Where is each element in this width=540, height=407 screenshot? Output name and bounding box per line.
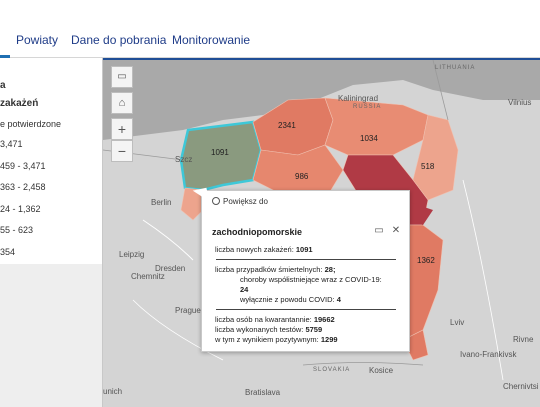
map-label-vilnius: Vilnius [508, 98, 532, 107]
tests-value: 5759 [305, 325, 323, 334]
comorbid-value: 24 [240, 285, 249, 294]
map-label-szczecin: Szcz [175, 155, 193, 164]
region-value-podlaskie: 518 [421, 162, 435, 171]
legend-range-6: 354 [0, 247, 16, 257]
legend-panel: a zakażeń e potwierdzone 3,471 459 - 3,4… [0, 58, 103, 407]
popup-pointer [192, 187, 210, 205]
map-label-ivano-frankivsk: Ivano-Frankivsk [460, 350, 517, 359]
map-label-bratislava: Bratislava [245, 388, 281, 397]
map-label-prague: Prague [175, 306, 201, 315]
positive-label: w tym z wynikiem pozytywnym: [215, 335, 319, 344]
popup-divider [216, 259, 396, 260]
quarantine-value: 19662 [313, 315, 335, 324]
legend-panel-footer [0, 264, 102, 407]
legend-range-3: 363 - 2,458 [0, 182, 46, 192]
region-value-lubelskie: 1362 [417, 256, 435, 265]
map-label-russia: RUSSIA [353, 104, 382, 110]
dock-icon[interactable]: ▭ [373, 225, 385, 237]
popup-positive: w tym z wynikiem pozytywnym: 1299 [215, 335, 338, 344]
map-label-rivne: Rivne [513, 335, 534, 344]
zoom-to-label: Powiększ do [223, 197, 268, 206]
map-label-berlin: Berlin [151, 198, 172, 207]
positive-value: 1299 [320, 335, 338, 344]
map-label-kaliningrad: Kaliningrad [338, 94, 379, 103]
map-label-kosice: Kosice [369, 366, 394, 375]
tab-monitorowanie[interactable]: Monitorowanie [172, 33, 250, 47]
legend-range-5: 55 - 623 [0, 225, 34, 235]
quarantine-label: liczba osób na kwarantannie: [215, 315, 312, 324]
popup-tests: liczba wykonanych testów: 5759 [215, 325, 322, 334]
legend-description: e potwierdzone [0, 119, 62, 129]
map-label-chemnitz: Chemnitz [131, 272, 165, 281]
tests-label: liczba wykonanych testów: [215, 325, 304, 334]
comorbid-label: choroby współistniejące wraz z COVID-19: [240, 275, 382, 284]
map-label-slovakia: SLOVAKIA [313, 367, 351, 373]
legend-range-1: 3,471 [0, 139, 23, 149]
new-cases-label: liczba nowych zakażeń: [215, 245, 294, 254]
map-label-leipzig: Leipzig [119, 250, 145, 259]
legend-range-4: 24 - 1,362 [0, 204, 41, 214]
popup-comorbid: choroby współistniejące wraz z COVID-19: [240, 275, 382, 284]
zoom-in-button[interactable]: + [111, 118, 133, 140]
map-label-lithuania: LITHUANIA [435, 65, 476, 71]
map-label-lviv: Lviv [450, 318, 465, 327]
close-icon[interactable]: ✕ [390, 225, 402, 237]
top-navigation: Powiaty Dane do pobrania Monitorowanie [0, 0, 540, 58]
map-label-chernivtsi: Chernivtsi [503, 382, 539, 391]
tab-powiaty[interactable]: Powiaty [16, 33, 58, 47]
covid-only-value: 4 [336, 295, 341, 304]
legend-range-2: 459 - 3,471 [0, 161, 46, 171]
covid-only-label: wyłącznie z powodu COVID: [240, 295, 335, 304]
zoom-out-button[interactable]: − [111, 140, 133, 162]
region-popup: Powiększ do zachodniopomorskie ▭ ✕ liczb… [192, 187, 410, 352]
basemap-button[interactable]: ▭ [111, 66, 133, 88]
region-value-warminsko-mazurskie: 1034 [360, 134, 378, 143]
region-value-zachodniopomorskie: 1091 [211, 148, 229, 157]
popup-quarantine: liczba osób na kwarantannie: 19662 [215, 315, 335, 324]
popup-covid-only: wyłącznie z powodu COVID: 4 [240, 295, 341, 304]
deaths-value: 28; [324, 265, 336, 274]
legend-subheading: zakażeń [0, 98, 39, 109]
region-value-kujawsko-pomorskie: 986 [295, 172, 309, 181]
popup-new-cases: liczba nowych zakażeń: 1091 [215, 245, 313, 254]
deaths-label: liczba przypadków śmiertelnych: [215, 265, 323, 274]
tab-dane-do-pobrania[interactable]: Dane do pobrania [71, 33, 166, 47]
popup-title: zachodniopomorskie [212, 227, 303, 237]
legend-heading: a [0, 80, 6, 91]
map-label-munich: unich [103, 387, 123, 396]
region-value-pomorskie: 2341 [278, 121, 296, 130]
zoom-to-link[interactable]: Powiększ do [212, 197, 268, 206]
zoom-to-icon [212, 197, 220, 205]
popup-divider [216, 309, 396, 310]
new-cases-value: 1091 [295, 245, 313, 254]
popup-deaths: liczba przypadków śmiertelnych: 28; [215, 265, 335, 274]
popup-comorbid-value-row: 24 [240, 285, 248, 294]
home-button[interactable]: ⌂ [111, 92, 133, 114]
